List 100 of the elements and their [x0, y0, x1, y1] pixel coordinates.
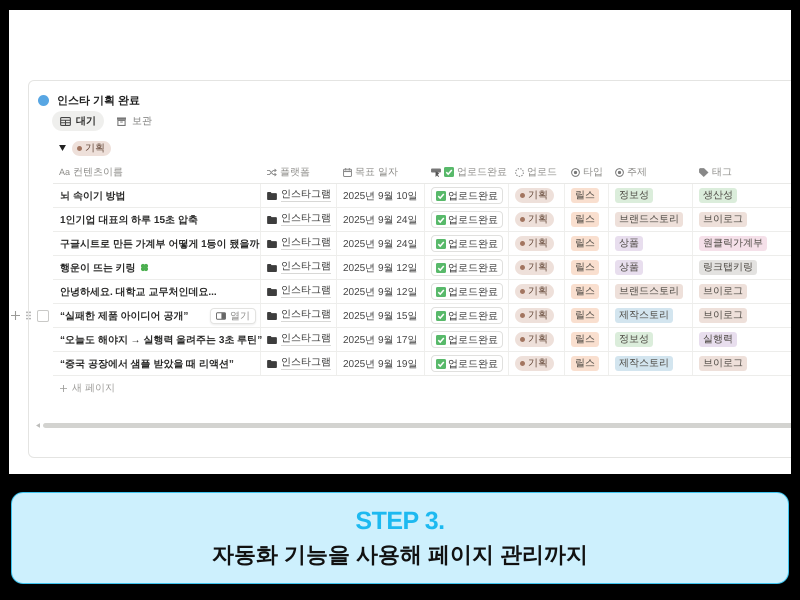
date-text: 2025년 9월 19일 — [343, 358, 418, 370]
folder-icon — [267, 288, 277, 296]
page-title: 안녕하세요. 대학교 교무처인데요... — [60, 286, 217, 298]
date-text: 2025년 9월 24일 — [343, 214, 418, 226]
check-box-icon — [436, 190, 446, 200]
platform-link[interactable]: 인스타그램 — [281, 189, 331, 202]
page-title: 1인기업 대표의 하루 15초 압축 — [60, 214, 198, 226]
tag-chip: 브이로그 — [699, 308, 747, 323]
select-tag: 릴스 — [571, 188, 599, 203]
upload-button[interactable]: 업로드완료 — [431, 307, 503, 324]
date-text: 2025년 9월 12일 — [343, 262, 418, 274]
folder-icon — [267, 360, 277, 368]
scroll-left-icon[interactable] — [36, 423, 40, 428]
upload-button[interactable]: 업로드완료 — [431, 331, 503, 348]
date-text: 2025년 9월 24일 — [343, 238, 418, 250]
select-tag: 제작스토리 — [615, 356, 673, 371]
row-checkbox[interactable] — [37, 310, 49, 322]
select-tag: 정보성 — [615, 332, 653, 347]
status-dot-icon — [520, 313, 525, 318]
open-button[interactable]: 열기 — [210, 308, 256, 324]
tag-icon — [699, 168, 709, 176]
table-icon — [60, 116, 71, 126]
status-text: 기획 — [528, 237, 548, 251]
platform-link[interactable]: 인스타그램 — [281, 237, 331, 250]
horizontal-scrollbar[interactable] — [43, 423, 791, 428]
check-box-icon — [436, 286, 446, 296]
status-dot-icon — [520, 361, 525, 366]
date-text: 2025년 9월 12일 — [343, 286, 418, 298]
tag-chip: 실행력 — [699, 332, 737, 347]
upload-button[interactable]: 업로드완료 — [431, 259, 503, 276]
page-title: 구글시트로 만든 가계부 어떻게 1등이 됐을까 — [60, 238, 260, 250]
check-box-icon — [436, 214, 446, 224]
upload-button[interactable]: 업로드완료 — [431, 211, 503, 228]
select-tag: 릴스 — [571, 356, 599, 371]
page-title: 행운이 뜨는 키링 — [60, 262, 136, 274]
status-text: 기획 — [528, 333, 548, 347]
shuffle-icon — [267, 168, 277, 176]
select-tag: 제작스토리 — [615, 308, 673, 323]
page-title: “오늘도 해야지 → 실행력 올려주는 3초 루틴” — [60, 334, 262, 346]
folder-icon — [267, 240, 277, 248]
check-box-icon — [444, 167, 454, 177]
calendar-icon — [343, 168, 352, 176]
platform-link[interactable]: 인스타그램 — [281, 213, 331, 226]
select-tag: 정보성 — [615, 188, 653, 203]
pointer-icon — [431, 168, 441, 176]
date-text: 2025년 9월 15일 — [343, 310, 418, 322]
select-tag: 상품 — [615, 260, 643, 275]
status-dot-icon — [77, 146, 82, 150]
upload-button[interactable]: 업로드완료 — [431, 187, 503, 204]
folder-icon — [267, 264, 277, 272]
toggle-icon[interactable] — [59, 145, 66, 151]
caption-text: 자동화 기능을 사용해 페이지 관리까지 — [212, 541, 588, 569]
upload-button[interactable]: 업로드완료 — [431, 283, 503, 300]
side-panel-icon — [216, 312, 226, 320]
tag-chip: 링크탭키링 — [699, 260, 757, 275]
status-dot-icon — [520, 289, 525, 294]
folder-icon — [267, 192, 277, 200]
add-icon[interactable] — [11, 311, 20, 320]
select-tag: 릴스 — [571, 260, 599, 275]
database-icon — [38, 94, 49, 106]
circle-dot-icon — [615, 168, 624, 176]
tag-chip: 브이로그 — [699, 356, 747, 371]
view-tab[interactable]: 대기 — [52, 111, 104, 131]
view-tab[interactable]: 보관 — [108, 111, 160, 131]
status-text: 기획 — [528, 285, 548, 299]
platform-link[interactable]: 인스타그램 — [281, 309, 331, 322]
platform-link[interactable]: 인스타그램 — [281, 357, 331, 370]
plus-icon — [60, 384, 67, 392]
platform-link[interactable]: 인스타그램 — [281, 285, 331, 298]
select-tag: 브랜드스토리 — [615, 212, 683, 227]
platform-link[interactable]: 인스타그램 — [281, 333, 331, 346]
folder-icon — [267, 312, 277, 320]
status-dot-icon — [520, 193, 525, 198]
date-text: 2025년 9월 17일 — [343, 334, 418, 346]
select-tag: 릴스 — [571, 212, 599, 227]
status-dot-icon — [520, 337, 525, 342]
page-title: “중국 공장에서 샘플 받았을 때 리액션” — [60, 358, 234, 370]
tag-chip: 원클릭가계부 — [699, 236, 767, 251]
tag-chip: 브이로그 — [699, 212, 747, 227]
status-dot-icon — [520, 241, 525, 246]
platform-link[interactable]: 인스타그램 — [281, 261, 331, 274]
check-box-icon — [436, 262, 446, 272]
upload-button[interactable]: 업로드완료 — [431, 355, 503, 372]
drag-handle-icon[interactable] — [26, 311, 31, 320]
upload-button[interactable]: 업로드완료 — [431, 235, 503, 252]
dashed-circle-icon — [515, 168, 524, 176]
status-text: 기획 — [528, 309, 548, 323]
status-text: 기획 — [528, 357, 548, 371]
check-box-icon — [436, 358, 446, 368]
page-title: 뇌 속이기 방법 — [60, 190, 126, 202]
select-tag: 상품 — [615, 236, 643, 251]
folder-icon — [267, 336, 277, 344]
status-text: 기획 — [528, 189, 548, 203]
tag-chip: 브이로그 — [699, 284, 747, 299]
check-box-icon — [436, 310, 446, 320]
status-dot-icon — [520, 265, 525, 270]
status-text: 기획 — [85, 142, 105, 156]
status-dot-icon — [520, 217, 525, 222]
check-box-icon — [436, 238, 446, 248]
select-tag: 릴스 — [571, 236, 599, 251]
